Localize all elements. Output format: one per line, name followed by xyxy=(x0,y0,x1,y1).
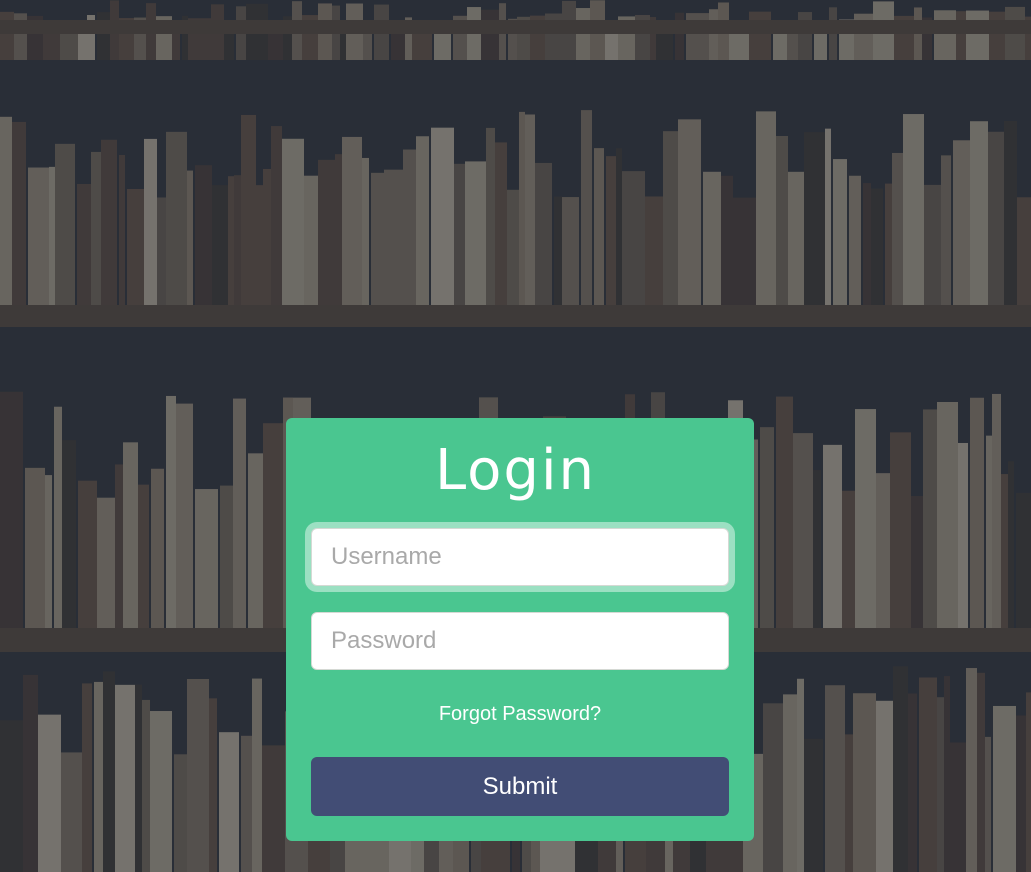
password-input[interactable] xyxy=(311,612,729,670)
username-input[interactable] xyxy=(311,528,729,586)
submit-button[interactable]: Submit xyxy=(311,757,729,816)
forgot-password-link[interactable]: Forgot Password? xyxy=(286,703,754,726)
login-title: Login xyxy=(434,438,597,503)
